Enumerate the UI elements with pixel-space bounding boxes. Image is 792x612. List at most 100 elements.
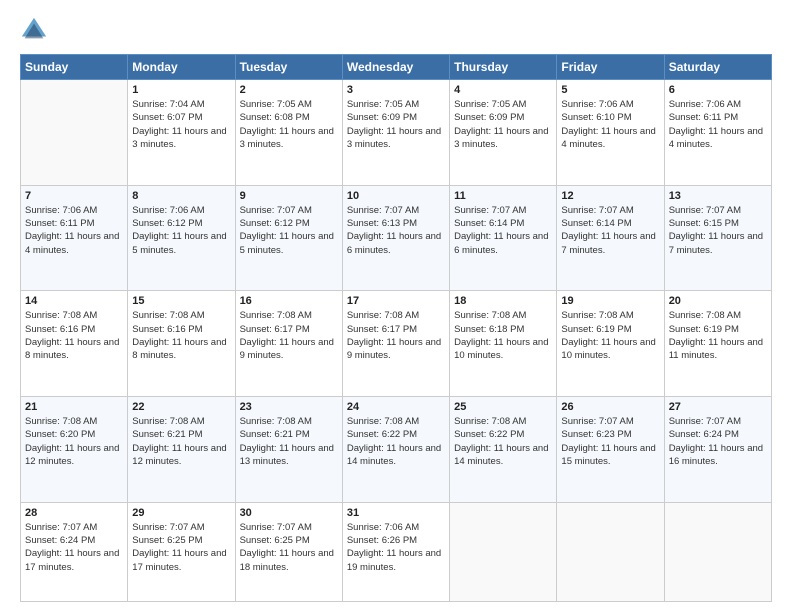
day-info: Sunrise: 7:07 AMSunset: 6:14 PMDaylight:… [561,204,659,257]
weekday-monday: Monday [128,55,235,80]
day-info: Sunrise: 7:08 AMSunset: 6:22 PMDaylight:… [347,415,445,468]
logo [20,16,52,44]
weekday-wednesday: Wednesday [342,55,449,80]
day-number: 26 [561,401,659,413]
day-number: 10 [347,190,445,202]
day-number: 27 [669,401,767,413]
weekday-friday: Friday [557,55,664,80]
day-number: 25 [454,401,552,413]
day-info: Sunrise: 7:06 AMSunset: 6:11 PMDaylight:… [669,98,767,151]
calendar-cell: 19 Sunrise: 7:08 AMSunset: 6:19 PMDayligh… [557,291,664,397]
day-number: 18 [454,295,552,307]
day-number: 22 [132,401,230,413]
day-number: 15 [132,295,230,307]
day-number: 1 [132,84,230,96]
day-number: 14 [25,295,123,307]
day-info: Sunrise: 7:07 AMSunset: 6:14 PMDaylight:… [454,204,552,257]
calendar-cell: 1 Sunrise: 7:04 AMSunset: 6:07 PMDaylight… [128,80,235,186]
weekday-thursday: Thursday [450,55,557,80]
calendar-cell [21,80,128,186]
calendar-cell: 20 Sunrise: 7:08 AMSunset: 6:19 PMDayligh… [664,291,771,397]
week-row-1: 7 Sunrise: 7:06 AMSunset: 6:11 PMDaylight… [21,185,772,291]
day-info: Sunrise: 7:08 AMSunset: 6:19 PMDaylight:… [669,309,767,362]
weekday-header-row: SundayMondayTuesdayWednesdayThursdayFrid… [21,55,772,80]
day-number: 24 [347,401,445,413]
day-number: 30 [240,507,338,519]
day-info: Sunrise: 7:07 AMSunset: 6:23 PMDaylight:… [561,415,659,468]
logo-icon [20,16,48,44]
day-info: Sunrise: 7:08 AMSunset: 6:18 PMDaylight:… [454,309,552,362]
day-info: Sunrise: 7:08 AMSunset: 6:21 PMDaylight:… [132,415,230,468]
calendar-cell: 16 Sunrise: 7:08 AMSunset: 6:17 PMDayligh… [235,291,342,397]
day-number: 2 [240,84,338,96]
day-info: Sunrise: 7:08 AMSunset: 6:16 PMDaylight:… [25,309,123,362]
day-info: Sunrise: 7:04 AMSunset: 6:07 PMDaylight:… [132,98,230,151]
calendar-cell [557,502,664,601]
calendar-cell: 24 Sunrise: 7:08 AMSunset: 6:22 PMDayligh… [342,396,449,502]
day-info: Sunrise: 7:08 AMSunset: 6:17 PMDaylight:… [347,309,445,362]
day-number: 7 [25,190,123,202]
week-row-0: 1 Sunrise: 7:04 AMSunset: 6:07 PMDaylight… [21,80,772,186]
week-row-3: 21 Sunrise: 7:08 AMSunset: 6:20 PMDayligh… [21,396,772,502]
calendar-cell: 17 Sunrise: 7:08 AMSunset: 6:17 PMDayligh… [342,291,449,397]
day-number: 31 [347,507,445,519]
calendar-cell: 27 Sunrise: 7:07 AMSunset: 6:24 PMDayligh… [664,396,771,502]
calendar-cell: 31Sunrise: 7:06 AMSunset: 6:26 PMDayligh… [342,502,449,601]
calendar-cell: 2 Sunrise: 7:05 AMSunset: 6:08 PMDaylight… [235,80,342,186]
calendar-cell: 13 Sunrise: 7:07 AMSunset: 6:15 PMDayligh… [664,185,771,291]
calendar-cell: 26 Sunrise: 7:07 AMSunset: 6:23 PMDayligh… [557,396,664,502]
calendar-cell: 5Sunrise: 7:06 AMSunset: 6:10 PMDaylight… [557,80,664,186]
day-number: 13 [669,190,767,202]
day-info: Sunrise: 7:07 AMSunset: 6:24 PMDaylight:… [669,415,767,468]
day-info: Sunrise: 7:07 AMSunset: 6:13 PMDaylight:… [347,204,445,257]
day-info: Sunrise: 7:06 AMSunset: 6:12 PMDaylight:… [132,204,230,257]
calendar-table: SundayMondayTuesdayWednesdayThursdayFrid… [20,54,772,602]
day-info: Sunrise: 7:07 AMSunset: 6:15 PMDaylight:… [669,204,767,257]
day-number: 28 [25,507,123,519]
day-number: 5 [561,84,659,96]
day-info: Sunrise: 7:07 AMSunset: 6:24 PMDaylight:… [25,521,123,574]
calendar-cell [664,502,771,601]
calendar-cell: 29Sunrise: 7:07 AMSunset: 6:25 PMDayligh… [128,502,235,601]
day-number: 4 [454,84,552,96]
day-info: Sunrise: 7:08 AMSunset: 6:19 PMDaylight:… [561,309,659,362]
day-number: 20 [669,295,767,307]
day-info: Sunrise: 7:05 AMSunset: 6:09 PMDaylight:… [454,98,552,151]
calendar-cell: 25Sunrise: 7:08 AMSunset: 6:22 PMDayligh… [450,396,557,502]
page: SundayMondayTuesdayWednesdayThursdayFrid… [0,0,792,612]
day-info: Sunrise: 7:08 AMSunset: 6:21 PMDaylight:… [240,415,338,468]
day-number: 17 [347,295,445,307]
calendar-cell: 6 Sunrise: 7:06 AMSunset: 6:11 PMDaylight… [664,80,771,186]
calendar-cell: 18 Sunrise: 7:08 AMSunset: 6:18 PMDayligh… [450,291,557,397]
day-number: 12 [561,190,659,202]
day-info: Sunrise: 7:08 AMSunset: 6:17 PMDaylight:… [240,309,338,362]
calendar-cell: 14 Sunrise: 7:08 AMSunset: 6:16 PMDayligh… [21,291,128,397]
day-info: Sunrise: 7:08 AMSunset: 6:16 PMDaylight:… [132,309,230,362]
day-number: 19 [561,295,659,307]
day-info: Sunrise: 7:07 AMSunset: 6:25 PMDaylight:… [132,521,230,574]
day-number: 21 [25,401,123,413]
week-row-4: 28 Sunrise: 7:07 AMSunset: 6:24 PMDayligh… [21,502,772,601]
calendar-cell: 21 Sunrise: 7:08 AMSunset: 6:20 PMDayligh… [21,396,128,502]
day-info: Sunrise: 7:06 AMSunset: 6:11 PMDaylight:… [25,204,123,257]
day-number: 11 [454,190,552,202]
day-number: 6 [669,84,767,96]
day-number: 3 [347,84,445,96]
weekday-saturday: Saturday [664,55,771,80]
day-info: Sunrise: 7:07 AMSunset: 6:12 PMDaylight:… [240,204,338,257]
weekday-sunday: Sunday [21,55,128,80]
calendar-cell: 8 Sunrise: 7:06 AMSunset: 6:12 PMDaylight… [128,185,235,291]
day-info: Sunrise: 7:08 AMSunset: 6:20 PMDaylight:… [25,415,123,468]
calendar-cell [450,502,557,601]
calendar-cell: 23 Sunrise: 7:08 AMSunset: 6:21 PMDayligh… [235,396,342,502]
day-info: Sunrise: 7:07 AMSunset: 6:25 PMDaylight:… [240,521,338,574]
day-number: 8 [132,190,230,202]
calendar-cell: 28 Sunrise: 7:07 AMSunset: 6:24 PMDayligh… [21,502,128,601]
week-row-2: 14 Sunrise: 7:08 AMSunset: 6:16 PMDayligh… [21,291,772,397]
calendar-cell: 4 Sunrise: 7:05 AMSunset: 6:09 PMDaylight… [450,80,557,186]
day-number: 16 [240,295,338,307]
calendar-cell: 7 Sunrise: 7:06 AMSunset: 6:11 PMDaylight… [21,185,128,291]
day-info: Sunrise: 7:05 AMSunset: 6:08 PMDaylight:… [240,98,338,151]
calendar-cell: 15 Sunrise: 7:08 AMSunset: 6:16 PMDayligh… [128,291,235,397]
day-number: 23 [240,401,338,413]
